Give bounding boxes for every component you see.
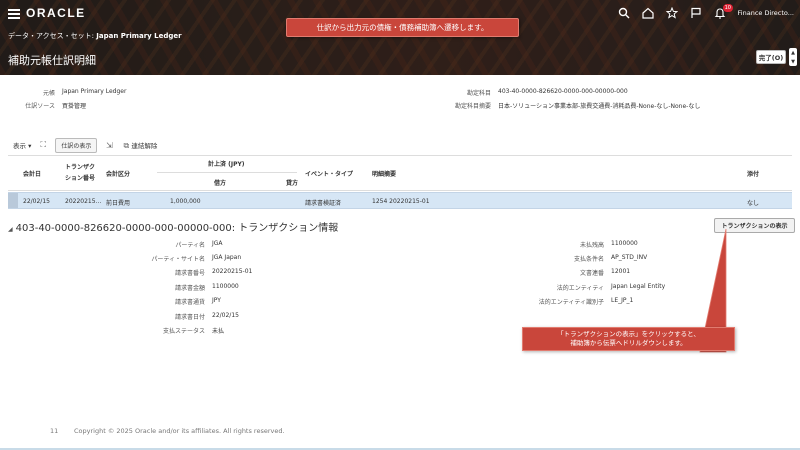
info-right-value: LE_JP_1 <box>611 297 634 304</box>
info-left-label: 請求書通貨 <box>174 299 205 306</box>
info-left-value: JGA <box>212 240 223 247</box>
scroll-spinner[interactable]: ▲ ▼ <box>789 48 797 66</box>
chevron-up-icon[interactable]: ▲ <box>791 50 795 56</box>
oracle-logo: ORACLE <box>26 6 86 20</box>
notification-count-badge: 10 <box>722 4 733 12</box>
table-top-border <box>8 155 792 156</box>
show-journal-button[interactable]: 仕訳の表示 <box>55 137 98 153</box>
table-header-border <box>8 190 792 191</box>
row-selector-handle[interactable] <box>8 193 18 208</box>
ledger-label: 元帳 <box>42 90 55 97</box>
info-right-value: AP_STD_INV <box>611 254 648 261</box>
dataset-value: Japan Primary Ledger <box>96 32 182 40</box>
info-left-value: JGA Japan <box>212 254 242 261</box>
callout-bottom: 「トランザクションの表示」をクリックすると、 補助簿から伝票へドリルダウンします… <box>522 327 735 351</box>
user-menu[interactable]: Finance Directo... <box>738 9 794 17</box>
notifications-bell-icon[interactable]: 10 <box>712 4 733 21</box>
show-transaction-button[interactable]: トランザクションの表示 <box>714 218 795 233</box>
search-icon[interactable] <box>616 5 632 21</box>
cell-accounting-date: 22/02/15 <box>23 198 50 205</box>
info-left-label: パーティ名 <box>175 242 205 249</box>
info-right-value: 1100000 <box>611 240 638 247</box>
recorded-group-divider <box>157 172 297 173</box>
info-right-label: 法的エンティティ識別子 <box>538 299 604 306</box>
account-description-label: 勘定科目摘要 <box>454 103 491 110</box>
flag-icon[interactable] <box>688 5 704 21</box>
transaction-info-title[interactable]: ◢ 403-40-0000-826620-0000-000-00000-000: … <box>8 219 338 234</box>
dataset-label: データ・アクセス・セット: <box>8 32 95 40</box>
view-menu-label: 表示 <box>13 142 26 150</box>
freeze-columns-icon[interactable]: ⛶ <box>38 140 48 150</box>
col-transaction-no-line1[interactable]: トランザク <box>65 162 95 171</box>
info-right-label: 支払条件名 <box>573 256 604 263</box>
transaction-info-title-text: 403-40-0000-826620-0000-000-00000-000: ト… <box>15 223 339 234</box>
info-left-label: 支払ステータス <box>162 328 205 335</box>
col-debit[interactable]: 借方 <box>214 178 226 187</box>
unlink-label: 連結解除 <box>131 141 158 150</box>
home-icon[interactable] <box>640 5 656 21</box>
info-right-value: 12001 <box>611 268 631 275</box>
callout-bottom-line2: 補助簿から伝票へドリルダウンします。 <box>570 339 687 347</box>
info-right-label: 文書連番 <box>579 270 604 277</box>
table-toolbar: 表示 ▾ ⛶ 仕訳の表示 ⇲ ⧉ 連結解除 <box>13 137 158 153</box>
info-right-label: 未払残高 <box>579 242 604 249</box>
menu-icon[interactable] <box>8 9 20 19</box>
unlink-button[interactable]: ⧉ 連結解除 <box>121 140 158 151</box>
info-left-label: 請求書番号 <box>174 270 205 277</box>
page-number: 11 <box>50 427 59 435</box>
info-left-value: JPY <box>212 297 221 304</box>
info-left-value: 1100000 <box>212 283 239 290</box>
chevron-down-icon[interactable]: ▼ <box>791 59 795 65</box>
col-recorded-group: 計上済 (JPY) <box>208 161 245 168</box>
info-left-value: 20220215-01 <box>212 268 253 275</box>
export-icon[interactable]: ⇲ <box>104 140 114 150</box>
copyright: Copyright © 2025 Oracle and/or its affil… <box>74 427 285 435</box>
cell-event-type: 請求書検証済 <box>305 200 342 207</box>
cell-line-description: 1254 20220215-01 <box>372 198 430 205</box>
col-accounting-class[interactable]: 会計区分 <box>106 169 130 178</box>
info-left-value: 未払 <box>212 328 225 335</box>
collapse-triangle-icon[interactable]: ◢ <box>8 226 13 233</box>
cell-transaction-no[interactable]: 20220215... <box>65 198 101 205</box>
account-description-value: 日本-ソリューション事業本部-旅費交通費-消耗品費-None-なし-None-な… <box>498 103 701 110</box>
col-accounting-date[interactable]: 会計日 <box>23 169 41 178</box>
done-button[interactable]: 完了(O) <box>756 50 786 64</box>
info-right-value: Japan Legal Entity <box>611 283 666 290</box>
data-access-set: データ・アクセス・セット: Japan Primary Ledger <box>8 31 182 41</box>
cell-debit: 1,000,000 <box>170 198 201 205</box>
chevron-down-icon: ▾ <box>28 142 32 150</box>
account-value: 403-40-0000-826620-0000-000-00000-000 <box>498 88 628 95</box>
cell-attachment: なし <box>747 200 760 207</box>
col-attachment[interactable]: 添付 <box>747 169 759 178</box>
cell-accounting-class: 前日費用 <box>106 200 131 207</box>
favorites-star-icon[interactable] <box>664 5 680 21</box>
callout-top: 仕訳から出力元の債権・債務補助簿へ遷移します。 <box>286 18 519 37</box>
info-left-label: 請求書金額 <box>174 285 205 292</box>
info-right-label: 法的エンティティ <box>556 285 604 292</box>
col-event-type[interactable]: イベント・タイプ <box>305 169 353 178</box>
journal-source-label: 仕訳ソース <box>25 103 55 110</box>
header-band: ORACLE データ・アクセス・セット: Japan Primary Ledge… <box>0 0 800 75</box>
view-menu[interactable]: 表示 ▾ <box>13 140 31 150</box>
col-line-description[interactable]: 明細摘要 <box>372 169 396 178</box>
callout-bottom-line1: 「トランザクションの表示」をクリックすると、 <box>557 330 700 338</box>
info-left-label: 請求書日付 <box>174 314 205 321</box>
unlink-icon: ⧉ <box>123 140 130 150</box>
ledger-value: Japan Primary Ledger <box>62 88 127 95</box>
info-left-label: パーティ・サイト名 <box>151 256 205 263</box>
page-title: 補助元帳仕訳明細 <box>8 54 96 67</box>
journal-source-value: 買掛管理 <box>62 103 87 110</box>
header-icons: 10 <box>616 4 733 21</box>
info-left-value: 22/02/15 <box>212 312 239 319</box>
col-transaction-no-line2[interactable]: ション番号 <box>65 173 95 182</box>
account-label: 勘定科目 <box>466 90 491 97</box>
col-credit[interactable]: 貸方 <box>286 178 298 187</box>
